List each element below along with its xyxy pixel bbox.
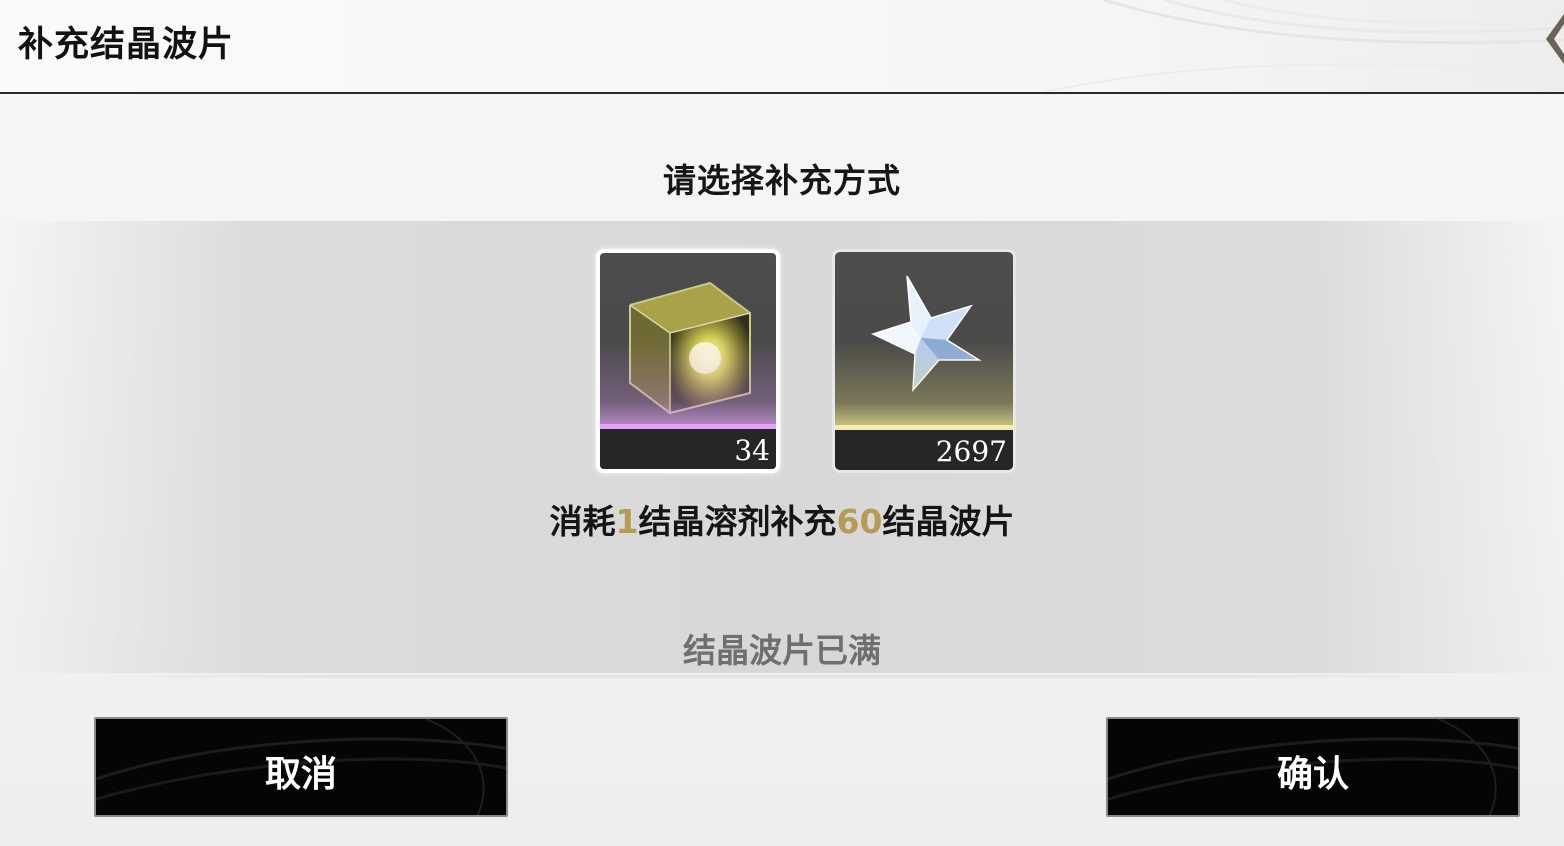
- count-bar: 34: [600, 429, 776, 469]
- refill-amount: 60: [836, 502, 883, 541]
- status-message: 结晶波片已满: [683, 631, 881, 670]
- header-bar: 补充结晶波片: [0, 0, 1564, 94]
- description-text: 结晶波片: [882, 502, 1015, 541]
- options-panel: [0, 221, 1564, 673]
- back-chevron-icon[interactable]: [1540, 14, 1564, 64]
- refill-description: 消耗1结晶溶剂补充60结晶波片: [0, 495, 1564, 543]
- panel-divider: [100, 675, 1464, 678]
- cancel-button[interactable]: 取消: [94, 717, 508, 817]
- item-count: 34: [734, 434, 770, 467]
- confirm-button[interactable]: 确认: [1106, 717, 1520, 817]
- rarity-glow: [600, 339, 776, 429]
- description-text: 消耗: [549, 502, 616, 541]
- count-bar: 2697: [835, 430, 1013, 470]
- cancel-label: 取消: [264, 754, 337, 795]
- item-count: 2697: [935, 435, 1007, 468]
- page-title: 补充结晶波片: [18, 25, 235, 65]
- confirm-label: 确认: [1276, 754, 1349, 795]
- header-wave-decoration: [1044, 0, 1564, 92]
- cost-amount: 1: [615, 502, 639, 541]
- dialog-prompt: 请选择补充方式: [663, 161, 901, 200]
- description-text: 结晶溶剂补充: [638, 502, 837, 541]
- option-card-crystal-solvent[interactable]: 34: [596, 249, 780, 473]
- refill-dialog: 补充结晶波片 请选择补充方式 34 2697 消耗1结晶溶剂补充60结晶波片 结…: [0, 0, 1564, 846]
- option-card-star-crystal[interactable]: 2697: [832, 249, 1016, 473]
- rarity-glow: [835, 340, 1013, 430]
